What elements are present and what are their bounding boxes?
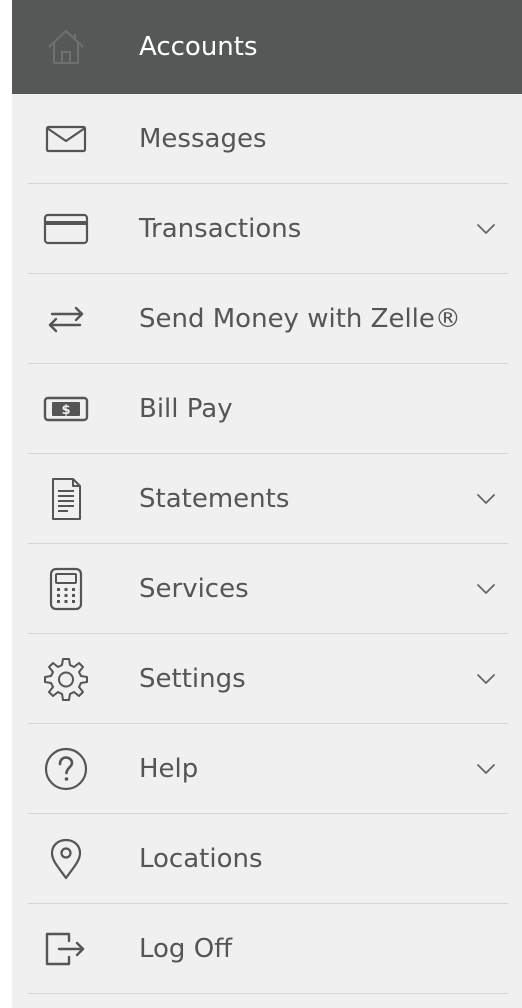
app-frame: Accounts Messages Transactions Send Mone… (0, 0, 522, 1008)
transfer-arrows-icon (42, 295, 90, 343)
menu-item-accounts[interactable]: Accounts (12, 0, 522, 94)
menu-item-label: Services (139, 574, 249, 604)
menu-item-transactions[interactable]: Transactions (12, 184, 522, 274)
log-off-icon (42, 925, 90, 973)
menu-item-label: Transactions (139, 214, 302, 244)
question-circle-icon (42, 745, 90, 793)
menu-item-label: Statements (139, 484, 290, 514)
document-icon (42, 475, 90, 523)
menu-item-label: Settings (139, 664, 246, 694)
menu-item-label: Log Off (139, 934, 233, 964)
menu-item-settings[interactable]: Settings (12, 634, 522, 724)
navigation-menu: Accounts Messages Transactions Send Mone… (12, 0, 522, 1008)
chevron-down-icon[interactable] (474, 577, 498, 601)
gear-icon (42, 655, 90, 703)
svg-text:$: $ (61, 403, 70, 418)
envelope-icon (42, 115, 90, 163)
menu-item-label: Help (139, 754, 199, 784)
menu-item-label: Messages (139, 124, 267, 154)
menu-item-label: Send Money with Zelle® (139, 304, 461, 334)
dollar-bill-icon: $ (42, 385, 90, 433)
chevron-down-icon[interactable] (474, 487, 498, 511)
menu-item-locations[interactable]: Locations (12, 814, 522, 904)
menu-item-messages[interactable]: Messages (12, 94, 522, 184)
credit-card-icon (42, 205, 90, 253)
divider (28, 993, 508, 994)
home-icon (42, 23, 90, 71)
menu-item-help[interactable]: Help (12, 724, 522, 814)
menu-item-label: Bill Pay (139, 394, 233, 424)
chevron-down-icon[interactable] (474, 217, 498, 241)
menu-item-label: Locations (139, 844, 263, 874)
menu-item-log-off[interactable]: Log Off (12, 904, 522, 994)
map-pin-icon (42, 835, 90, 883)
menu-item-label: Accounts (139, 32, 258, 62)
menu-item-services[interactable]: Services (12, 544, 522, 634)
chevron-down-icon[interactable] (474, 757, 498, 781)
menu-item-send-money-zelle[interactable]: Send Money with Zelle® (12, 274, 522, 364)
menu-item-statements[interactable]: Statements (12, 454, 522, 544)
chevron-down-icon[interactable] (474, 667, 498, 691)
menu-item-bill-pay[interactable]: $ Bill Pay (12, 364, 522, 454)
calculator-icon (42, 565, 90, 613)
